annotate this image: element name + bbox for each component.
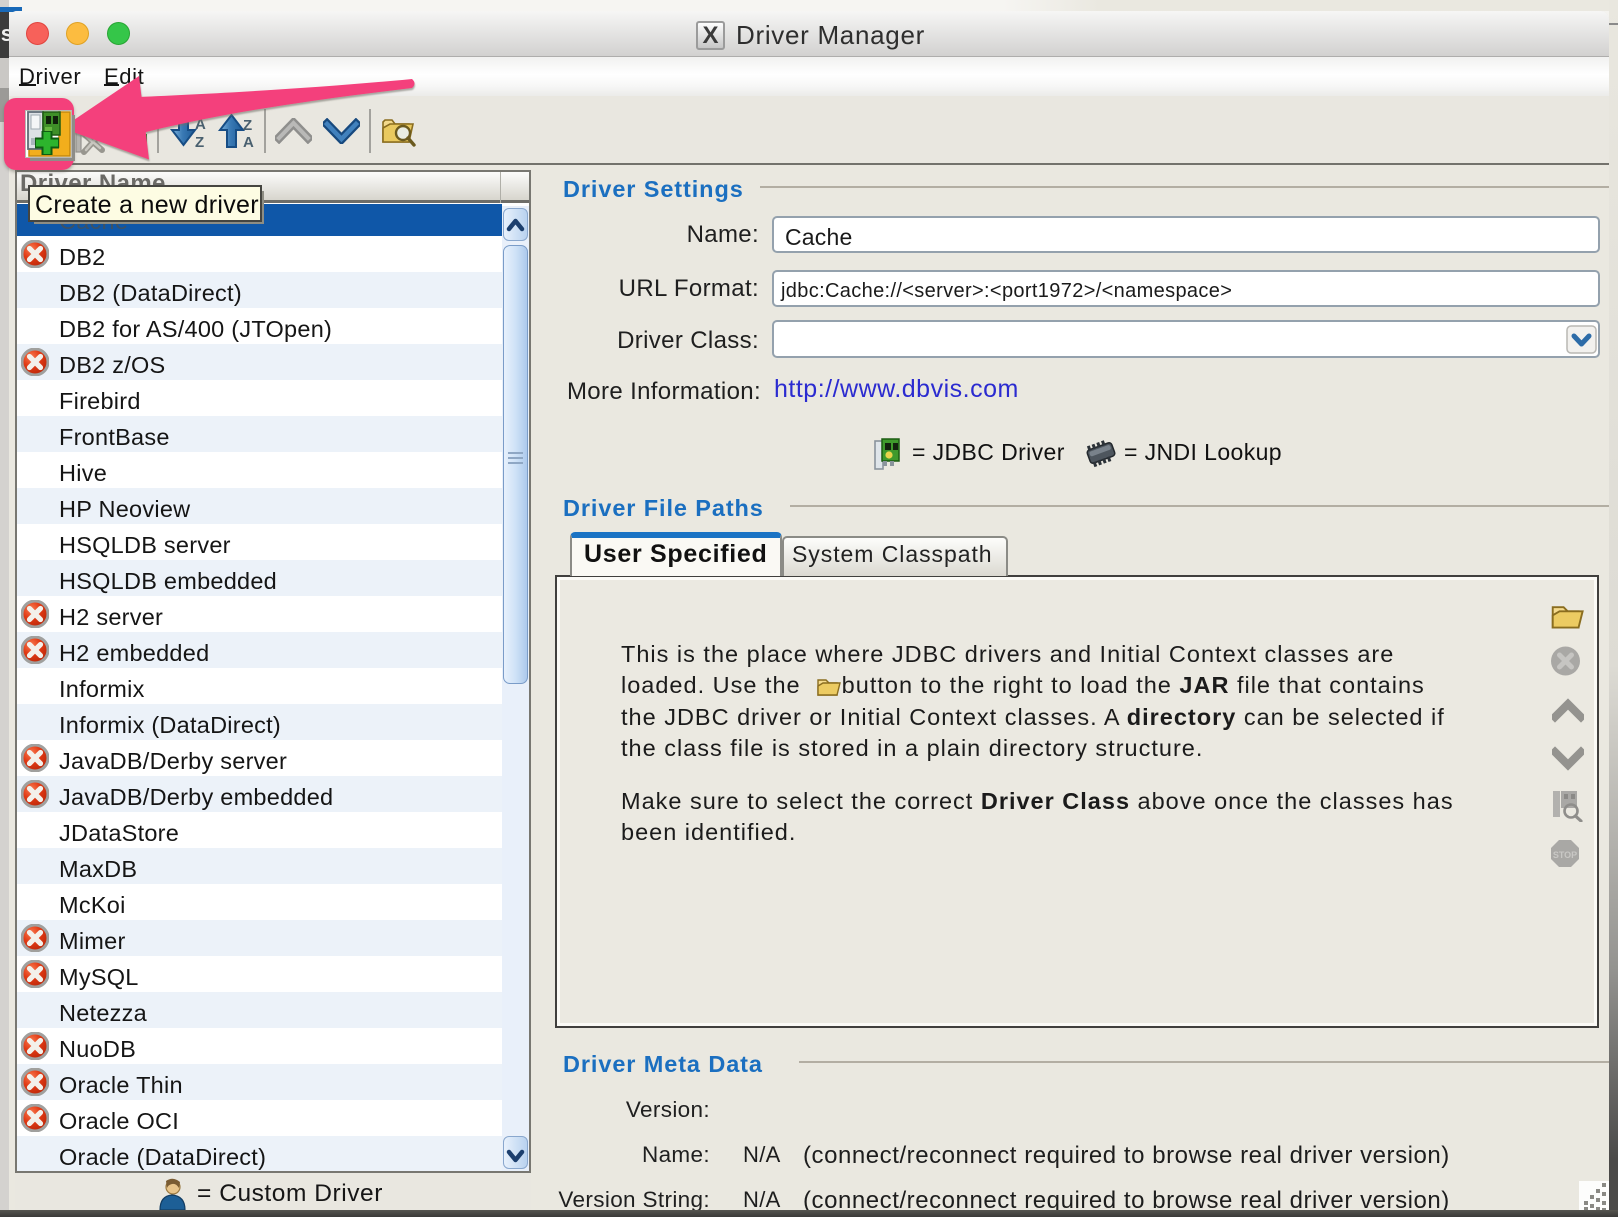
svg-text:STOP: STOP	[1553, 850, 1577, 860]
